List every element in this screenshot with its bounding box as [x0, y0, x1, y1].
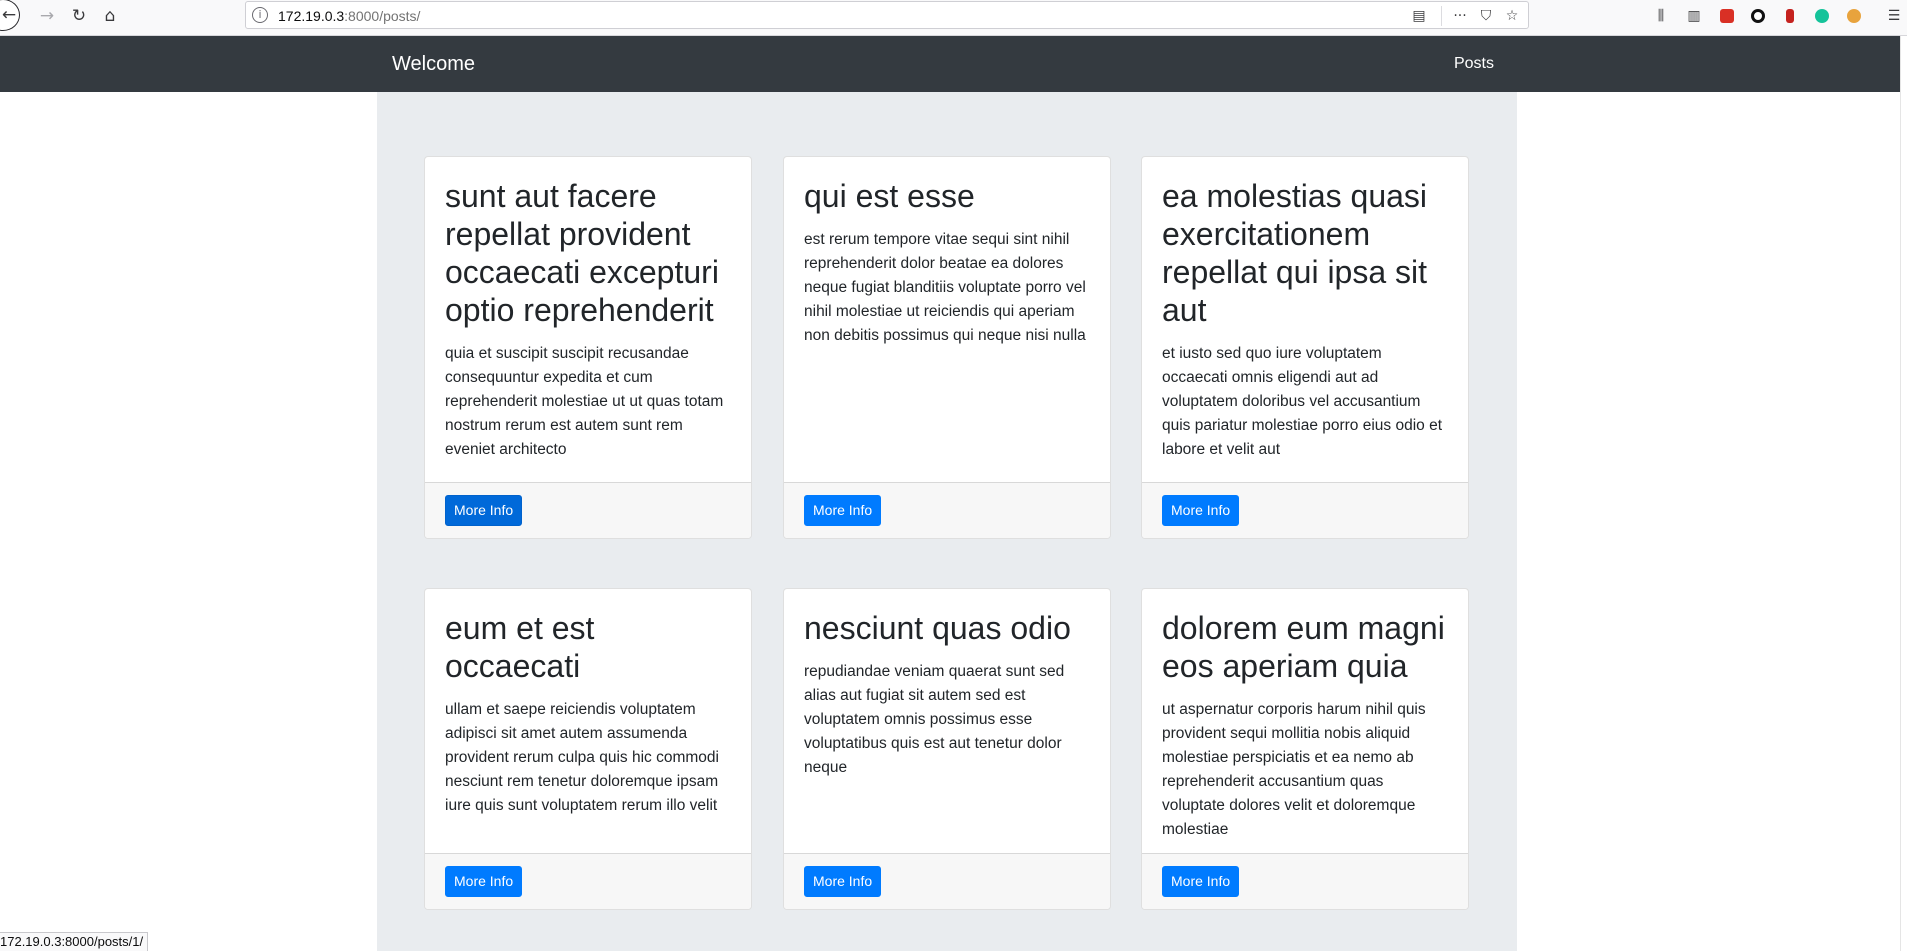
card-body: sunt aut facere repellat provident occae…: [425, 157, 751, 462]
library-icon[interactable]: ⫼: [1650, 5, 1672, 27]
info-icon[interactable]: i: [252, 7, 268, 23]
browser-toolbar: ← → ↻ ⌂ i 172.19.0.3:8000/posts/ ▤ ··· ⛉…: [0, 0, 1907, 36]
url-path: :8000/posts/: [344, 8, 421, 24]
post-card: dolorem eum magni eos aperiam quia ut as…: [1141, 588, 1469, 910]
post-card: sunt aut facere repellat provident occae…: [424, 156, 752, 539]
reload-button[interactable]: ↻: [66, 0, 92, 32]
extension-icon-1[interactable]: [1716, 5, 1738, 27]
extension-icon-5[interactable]: [1843, 5, 1865, 27]
scrollbar[interactable]: [1900, 36, 1907, 951]
card-body: qui est esse est rerum tempore vitae seq…: [784, 157, 1110, 348]
more-info-button[interactable]: More Info: [1162, 866, 1240, 897]
post-title: nesciunt quas odio: [804, 610, 1071, 646]
star-icon[interactable]: ☆: [1502, 6, 1522, 26]
post-card: nesciunt quas odio repudiandae veniam qu…: [783, 588, 1111, 910]
back-arrow-icon: ←: [1, 5, 17, 25]
more-info-button[interactable]: More Info: [804, 495, 882, 526]
post-body: ullam et saepe reiciendis voluptatem adi…: [445, 701, 719, 814]
post-title: sunt aut facere repellat provident occae…: [445, 178, 719, 328]
post-title: ea molestias quasi exercitationem repell…: [1162, 178, 1428, 328]
forward-button[interactable]: →: [34, 0, 60, 32]
url-bar-divider: [1441, 6, 1442, 26]
card-body: nesciunt quas odio repudiandae veniam qu…: [784, 589, 1110, 780]
post-body: repudiandae veniam quaerat sunt sed alia…: [804, 663, 1065, 776]
hamburger-menu-icon[interactable]: ☰: [1883, 5, 1905, 27]
home-icon: ⌂: [104, 6, 116, 26]
card-footer: More Info: [784, 853, 1110, 909]
post-title: dolorem eum magni eos aperiam quia: [1162, 610, 1445, 684]
reader-view-icon[interactable]: ▤: [1409, 6, 1429, 26]
back-button[interactable]: ←: [0, 0, 20, 31]
more-info-button[interactable]: More Info: [804, 866, 882, 897]
post-body: ut aspernatur corporis harum nihil quis …: [1162, 701, 1426, 838]
more-info-button[interactable]: More Info: [1162, 495, 1240, 526]
forward-arrow-icon: →: [39, 6, 55, 26]
card-footer: More Info: [425, 853, 751, 909]
extension-icon-3[interactable]: [1779, 5, 1801, 27]
card-body: ea molestias quasi exercitationem repell…: [1142, 157, 1468, 462]
url-bar[interactable]: i 172.19.0.3:8000/posts/ ▤ ··· ⛉ ☆: [245, 1, 1529, 29]
card-footer: More Info: [425, 482, 751, 538]
post-title: eum et est occaecati: [445, 610, 595, 684]
card-footer: More Info: [1142, 482, 1468, 538]
navbar-brand[interactable]: Welcome: [392, 53, 475, 76]
post-body: quia et suscipit suscipit recusandae con…: [445, 345, 724, 458]
card-footer: More Info: [784, 482, 1110, 538]
sidebar-icon[interactable]: ▥: [1683, 5, 1705, 27]
post-body: est rerum tempore vitae sequi sint nihil…: [804, 231, 1086, 344]
more-dots-icon[interactable]: ···: [1450, 6, 1470, 26]
card-body: eum et est occaecati ullam et saepe reic…: [425, 589, 751, 818]
post-card: eum et est occaecati ullam et saepe reic…: [424, 588, 752, 910]
card-body: dolorem eum magni eos aperiam quia ut as…: [1142, 589, 1468, 842]
more-info-button[interactable]: More Info: [445, 866, 523, 897]
link-status-bar: 172.19.0.3:8000/posts/1/: [0, 932, 149, 951]
posts-container: sunt aut facere repellat provident occae…: [377, 92, 1517, 951]
nav-link-posts[interactable]: Posts: [1454, 55, 1494, 73]
url-host: 172.19.0.3: [278, 8, 345, 24]
post-card: qui est esse est rerum tempore vitae seq…: [783, 156, 1111, 539]
post-title: qui est esse: [804, 178, 975, 214]
card-footer: More Info: [1142, 853, 1468, 909]
extension-icon-4[interactable]: [1811, 5, 1833, 27]
reload-icon: ↻: [71, 6, 87, 26]
post-card: ea molestias quasi exercitationem repell…: [1141, 156, 1469, 539]
pocket-icon[interactable]: ⛉: [1476, 6, 1496, 26]
post-body: et iusto sed quo iure voluptatem occaeca…: [1162, 345, 1443, 458]
site-navbar: Welcome Posts: [0, 36, 1900, 92]
url-text[interactable]: 172.19.0.3:8000/posts/: [278, 8, 420, 24]
extension-icon-2[interactable]: [1747, 5, 1769, 27]
home-button[interactable]: ⌂: [97, 0, 123, 32]
more-info-button[interactable]: More Info: [445, 495, 523, 526]
